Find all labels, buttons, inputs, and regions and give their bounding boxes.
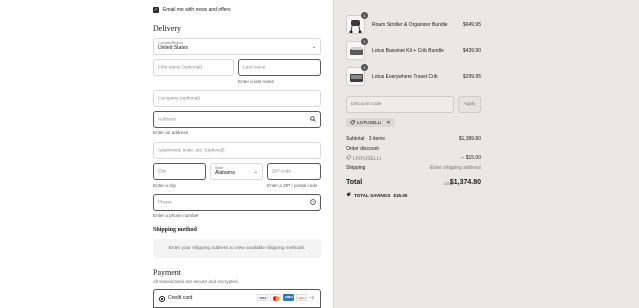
shipping-message: Enter your shipping address to view avai… [153,239,321,258]
phone-placeholder: Phone [158,200,172,205]
country-value: United States [158,45,189,51]
country-select[interactable]: Country/Region United States ⌄ [153,38,321,55]
total-value: $1,374.80 [449,179,481,186]
phone-error: Enter a phone number [153,213,199,218]
shipping-title: Shipping method [153,227,197,233]
subtotal-label: Subtotal · 3 items [346,136,385,142]
tag-icon [346,192,351,198]
remove-discount-icon[interactable]: ✕ [386,120,390,126]
total-savings: TOTAL SAVINGS $15.00 [346,192,407,198]
payment-subtitle: All transactions are secure and encrypte… [153,279,239,284]
search-icon [310,115,316,124]
first-name-placeholder: First name (optional) [158,65,202,70]
checkout-form: ✓ Email me with news and offers Delivery… [0,0,333,308]
payment-title: Payment [153,268,181,277]
shipping-row: Shipping Enter shipping address [346,165,481,171]
help-icon[interactable]: ? [310,198,316,207]
credit-card-option[interactable]: Credit card VISA AMEX DISC +5 [153,289,321,308]
savings-value: $15.00 [393,192,408,198]
credit-card-radio[interactable] [159,296,165,302]
quantity-badge: 1 [361,12,368,19]
svg-text:?: ? [312,200,314,204]
more-cards-label: +5 [309,295,314,300]
address-field[interactable]: Address [153,111,321,128]
item-price: $649.95 [462,22,481,28]
item-price: $299.95 [462,74,481,80]
shipping-label: Shipping [346,165,366,171]
newsletter-label: Email me with news and offers [163,7,231,13]
card-brands: VISA AMEX DISC +5 [257,294,314,301]
city-placeholder: City [158,169,167,174]
zip-field[interactable]: ZIP code [267,163,321,180]
newsletter-checkbox[interactable]: ✓ [153,7,159,13]
tag-icon [350,119,355,126]
order-discount-label: Order discount [346,146,379,152]
apartment-field[interactable]: Apartment, suite, etc. (optional) [153,142,321,159]
total-row: Total USD $1,374.80 [346,179,481,189]
newsletter-option[interactable]: ✓ Email me with news and offers [153,7,231,13]
last-name-field[interactable]: Last name [238,59,321,76]
applied-discount-chip: LIVFUSELLI ✕ [346,118,395,127]
apply-button[interactable]: Apply [458,96,481,113]
mastercard-icon [270,294,282,301]
chevron-down-icon: ⌄ [311,43,316,50]
discount-code-input[interactable]: Discount code [346,96,454,113]
last-name-placeholder: Last name [243,65,266,70]
quantity-badge: 1 [361,38,368,45]
discount-code-label: LIVFUSELLI [353,155,381,162]
discover-icon: DISC [296,294,308,301]
address-error: Enter an address [153,130,188,135]
city-error: Enter a city [153,183,176,188]
applied-code: LIVFUSELLI [357,120,382,125]
savings-label: TOTAL SAVINGS [354,192,391,198]
credit-card-label: Credit card [168,295,193,301]
last-name-error: Enter a last name [238,79,275,84]
subtotal-row: Subtotal · 3 items $1,389.80 [346,136,481,142]
city-field[interactable]: City [153,163,206,180]
zip-placeholder: ZIP code [272,169,292,174]
discount-code-row: LIVFUSELLI − $15.00 [346,155,481,162]
quantity-badge: 1 [361,64,368,71]
apartment-placeholder: Apartment, suite, etc. (optional) [158,148,225,153]
chevron-down-icon: ⌄ [253,168,258,175]
shipping-value: Enter shipping address [429,165,481,171]
phone-field[interactable]: Phone ? [153,194,321,211]
discount-value: − $15.00 [461,155,481,161]
zip-error: Enter a ZIP / postal code [267,183,318,188]
subtotal-value: $1,389.80 [458,136,481,142]
item-price: $439.90 [462,48,481,54]
company-field[interactable]: Company (optional) [153,90,321,107]
amex-icon: AMEX [283,294,295,301]
first-name-field[interactable]: First name (optional) [153,59,234,76]
order-discount-row: Order discount [346,146,481,152]
tag-icon [346,155,351,162]
company-placeholder: Company (optional) [158,96,200,101]
state-value: Alabama [215,170,235,176]
state-select[interactable]: State Alabama ⌄ [210,163,263,180]
delivery-title: Delivery [153,24,181,33]
address-placeholder: Address [158,117,176,122]
total-label: Total [346,179,363,186]
visa-icon: VISA [257,294,269,301]
discount-placeholder: Discount code [351,102,382,107]
